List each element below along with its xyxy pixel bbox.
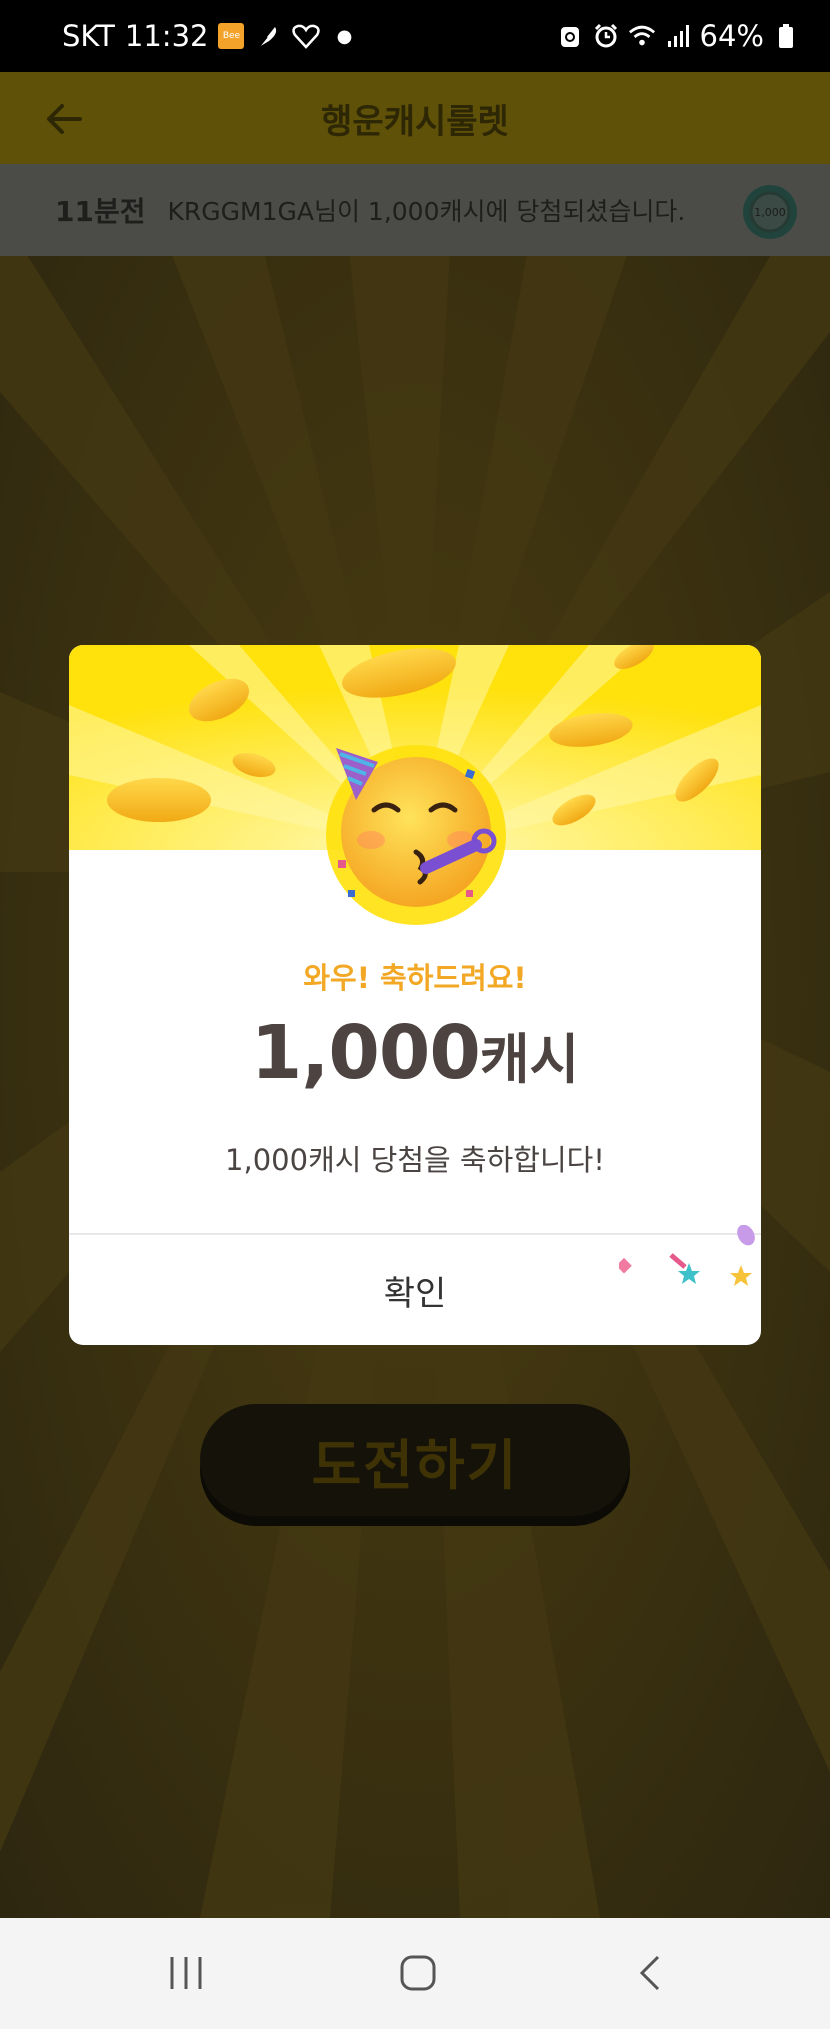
confetti-decoration — [619, 1225, 755, 1286]
battery-icon — [772, 22, 800, 50]
recent-apps-button[interactable] — [156, 1948, 216, 1998]
wifi-icon — [628, 22, 656, 50]
arrow-left-icon — [47, 104, 82, 134]
home-button[interactable] — [388, 1948, 448, 1998]
signal-icon — [664, 22, 692, 50]
clock: 11:32 — [124, 19, 209, 53]
congrats-message: 1,000캐시 당첨을 축하합니다! — [225, 1143, 605, 1177]
ticker-message: KRGGM1GA님이 1,000캐시에 당첨되셨습니다. — [167, 197, 686, 226]
recycle-icon — [556, 22, 584, 50]
battery-percent: 64% — [699, 19, 764, 53]
system-nav-bar — [0, 1918, 830, 2029]
challenge-button[interactable]: 도전하기 — [200, 1404, 630, 1516]
status-right: 64% — [556, 19, 800, 53]
confirm-label: 확인 — [383, 1273, 447, 1314]
winner-ticker: 11분전 KRGGM1GA님이 1,000캐시에 당첨되셨습니다. 1,000 — [0, 164, 830, 256]
alarm-icon — [592, 22, 620, 50]
ticker-time: 11분전 — [55, 195, 146, 228]
recent-apps-icon — [170, 1957, 202, 1989]
feather-icon — [254, 22, 282, 50]
carrier-label: SKT — [62, 19, 115, 53]
back-button[interactable] — [40, 94, 90, 144]
home-icon — [400, 1955, 436, 1991]
wow-heading: 와우! 축하드려요! — [303, 961, 527, 995]
back-nav-button[interactable] — [620, 1948, 680, 1998]
status-left: SKT 11:32 Bee ● — [62, 19, 358, 53]
chip-label: 1,000 — [754, 206, 786, 219]
dot-icon: ● — [336, 25, 353, 47]
back-icon — [639, 1955, 660, 1991]
prize-amount-number: 1,000 — [250, 1010, 481, 1096]
heart-icon — [292, 22, 321, 50]
status-bar: SKT 11:32 Bee ● 64% — [0, 0, 830, 72]
cash-chip-icon: 1,000 — [743, 185, 797, 239]
win-dialog: 와우! 축하드려요! 1,000 캐시 1,000캐시 당첨을 축하합니다! 확… — [69, 645, 761, 1345]
prize-amount-unit: 캐시 — [479, 1028, 580, 1091]
challenge-label: 도전하기 — [311, 1433, 519, 1497]
bee-app-icon: Bee — [218, 23, 245, 49]
app-header: 행운캐시룰렛 — [0, 72, 830, 164]
party-face-icon — [326, 745, 506, 925]
page-title: 행운캐시룰렛 — [321, 101, 509, 142]
prize-amount: 1,000 캐시 — [69, 1010, 761, 1096]
